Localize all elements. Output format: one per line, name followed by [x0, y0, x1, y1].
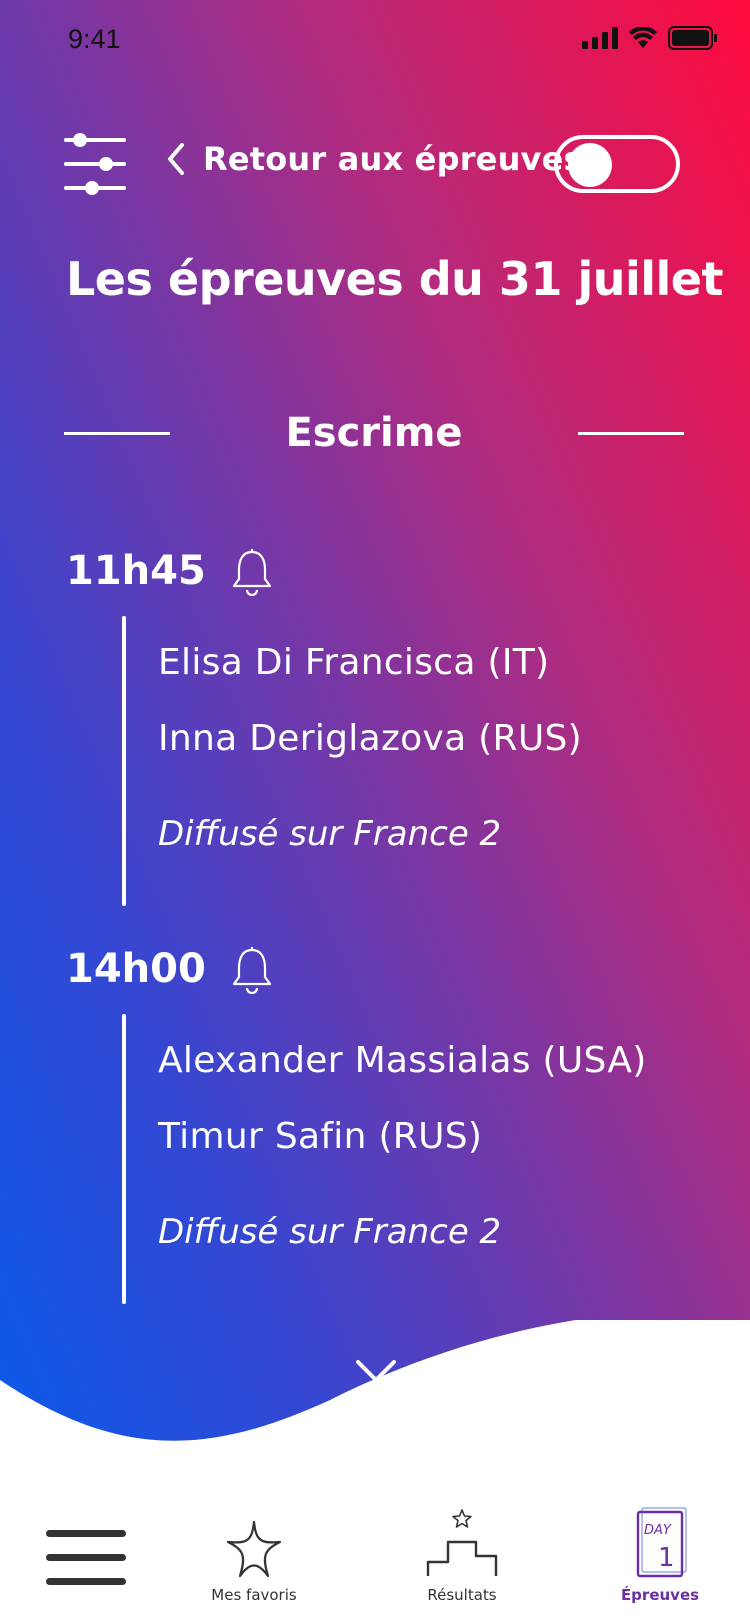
- status-icons: [582, 26, 718, 50]
- chevron-left-icon: [168, 143, 184, 175]
- tab-events[interactable]: DAY 1 Épreuves: [600, 1500, 720, 1604]
- star-icon: [226, 1520, 282, 1578]
- tab-results[interactable]: Résultats: [402, 1500, 522, 1604]
- competitor-name: Alexander Massialas (USA): [158, 1040, 647, 1081]
- competitor-name: Inna Deriglazova (RUS): [158, 718, 582, 759]
- page-title: Les épreuves du 31 juillet: [66, 252, 723, 306]
- competitor-name: Elisa Di Francisca (IT): [158, 642, 550, 683]
- svg-text:DAY: DAY: [644, 1523, 672, 1538]
- calendar-day-icon: DAY 1: [636, 1507, 687, 1578]
- broadcast-info: Diffusé sur France 2: [158, 1212, 502, 1252]
- menu-button[interactable]: [46, 1530, 126, 1586]
- tab-bar: Mes favoris Résultats DAY 1 Épreuves: [0, 1500, 750, 1624]
- status-time: 9:41: [68, 24, 121, 54]
- tab-favorites[interactable]: Mes favoris: [194, 1500, 314, 1604]
- signal-icon: [582, 27, 618, 49]
- event-timeline: [122, 616, 126, 906]
- event-time: 14h00: [66, 946, 206, 992]
- bell-icon[interactable]: [230, 548, 274, 596]
- section-rule-right: [578, 432, 684, 435]
- chevron-down-icon[interactable]: [354, 1356, 398, 1386]
- event-time: 11h45: [66, 548, 206, 594]
- broadcast-info: Diffusé sur France 2: [158, 814, 502, 854]
- filter-sliders-icon[interactable]: [64, 132, 128, 196]
- tab-label: Résultats: [427, 1586, 497, 1604]
- toggle-knob: [568, 143, 612, 187]
- tab-label: Mes favoris: [211, 1586, 297, 1604]
- menu-bar: [46, 1578, 126, 1585]
- menu-bar: [46, 1554, 126, 1561]
- event-timeline: [122, 1014, 126, 1304]
- back-to-events-link[interactable]: Retour aux épreuves: [165, 140, 583, 178]
- screen: 9:41 Retour aux épreuves Les épreuves du…: [0, 0, 750, 1624]
- back-label: Retour aux épreuves: [203, 140, 583, 178]
- competitor-name: Timur Safin (RUS): [158, 1116, 483, 1157]
- toggle-switch[interactable]: [554, 135, 680, 193]
- wifi-icon: [629, 27, 657, 48]
- podium-icon: [426, 1509, 498, 1576]
- battery-icon: [668, 26, 717, 50]
- menu-bar: [46, 1530, 126, 1537]
- tab-label: Épreuves: [620, 1586, 700, 1604]
- svg-text:1: 1: [658, 1543, 675, 1573]
- section-header: Escrime: [64, 404, 684, 464]
- bell-icon[interactable]: [230, 946, 274, 994]
